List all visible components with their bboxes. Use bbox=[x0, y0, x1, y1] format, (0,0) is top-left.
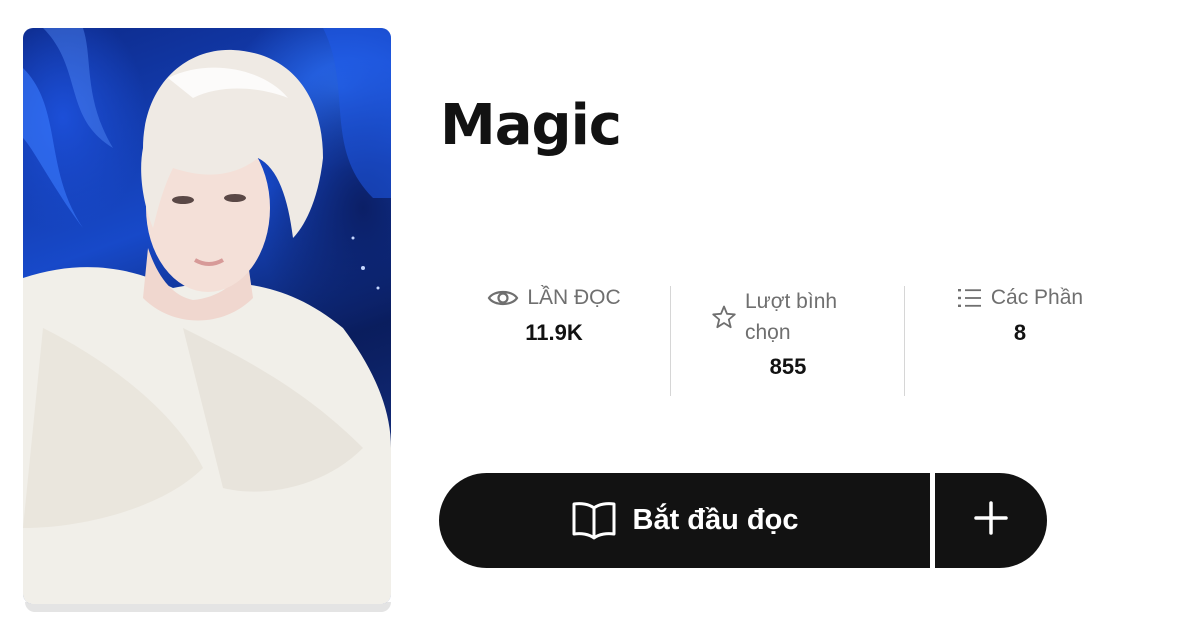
stat-parts-header[interactable]: Các Phần bbox=[957, 286, 1083, 310]
cover-image[interactable] bbox=[23, 28, 391, 604]
story-cover[interactable] bbox=[23, 28, 391, 612]
stat-votes-value: 855 bbox=[769, 354, 807, 379]
add-to-list-button[interactable] bbox=[935, 473, 1047, 568]
story-title: Magic bbox=[440, 93, 622, 158]
stat-reads: LẦN ĐỌC 11.9K bbox=[484, 286, 624, 398]
list-icon bbox=[957, 287, 983, 309]
stat-votes: Lượt bình chọn 855 bbox=[700, 286, 876, 398]
cover-illustration bbox=[23, 28, 391, 604]
plus-icon bbox=[974, 501, 1008, 540]
stat-votes-label: Lượt bình chọn bbox=[745, 290, 838, 344]
star-icon bbox=[711, 304, 737, 330]
stat-votes-header: Lượt bình chọn bbox=[711, 286, 865, 348]
start-reading-button[interactable]: Bắt đầu đọc bbox=[439, 473, 930, 568]
stat-reads-label: LẦN ĐỌC bbox=[527, 286, 621, 309]
start-reading-label[interactable]: Bắt đầu đọc bbox=[633, 504, 799, 537]
stat-parts-label[interactable]: Các Phần bbox=[991, 286, 1083, 310]
stat-parts[interactable]: Các Phần 8 bbox=[950, 286, 1090, 398]
stat-parts-value: 8 bbox=[1013, 320, 1027, 345]
stat-divider bbox=[904, 286, 905, 396]
stat-reads-value: 11.9K bbox=[525, 320, 583, 345]
stat-divider bbox=[670, 286, 671, 396]
eye-icon bbox=[487, 287, 519, 309]
stat-reads-header: LẦN ĐỌC bbox=[487, 286, 621, 310]
story-header: Magic LẦN ĐỌC 11.9K Lượt bình chọn 855 C… bbox=[0, 0, 1198, 632]
book-open-icon bbox=[571, 501, 617, 541]
